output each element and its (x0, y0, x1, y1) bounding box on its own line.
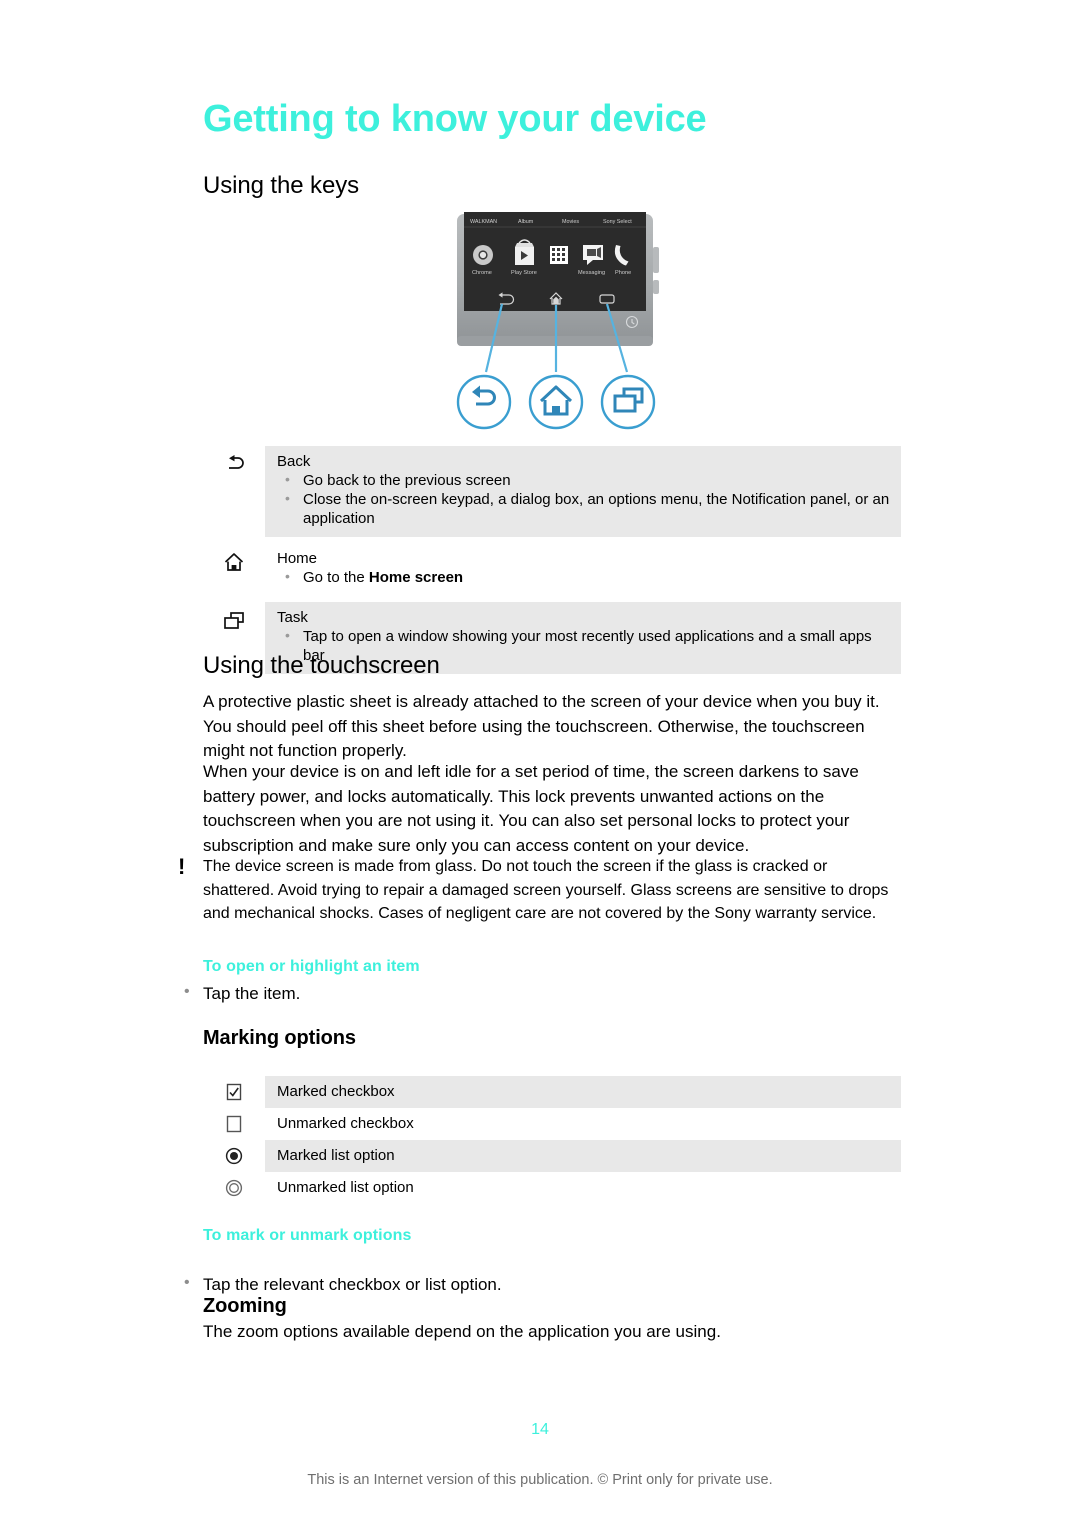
table-cell-label: Unmarked checkbox (277, 1115, 414, 1132)
warning-text: The device screen is made from glass. Do… (203, 858, 889, 922)
page-title: Getting to know your device (203, 98, 707, 140)
warning-note: ! The device screen is made from glass. … (172, 855, 902, 926)
warning-exclamation-icon: ! (178, 854, 186, 879)
heading-using-the-touchscreen: Using the touchscreen (203, 652, 440, 679)
task-key-icon (203, 602, 265, 632)
page-number: 14 (531, 1421, 549, 1438)
table-cell-label: Marked checkbox (265, 1076, 901, 1108)
back-key-icon (203, 446, 265, 476)
unmarked-radio-icon (203, 1178, 265, 1198)
key-title: Home (277, 550, 318, 567)
heading-to-open-or-highlight-an-item: To open or highlight an item (203, 958, 420, 975)
svg-text:Movies: Movies (562, 219, 579, 225)
svg-text:Messaging: Messaging (578, 270, 605, 276)
zooming-paragraph: The zoom options available depend on the… (203, 1322, 721, 1341)
touchscreen-paragraph-2: When your device is on and left idle for… (203, 762, 859, 855)
list-item: Go to the Home screen (277, 567, 891, 587)
marking-options-table: Marked checkbox Unmarked checkbox Marked… (203, 1076, 901, 1204)
table-cell-label: Unmarked list option (277, 1179, 414, 1196)
table-row: Unmarked list option (203, 1172, 901, 1204)
phone-body (457, 212, 659, 346)
key-description-table: Back Go back to the previous screen Clos… (203, 446, 901, 674)
table-row: Marked list option (203, 1140, 901, 1172)
key-title: Task (277, 609, 308, 626)
play-store-icon (515, 239, 534, 265)
heading-to-mark-or-unmark-options: To mark or unmark options (203, 1227, 412, 1244)
svg-text:Sony Select: Sony Select (603, 219, 632, 225)
key-title: Back (277, 453, 311, 470)
footer-note: This is an Internet version of this publ… (307, 1472, 773, 1488)
table-row: Marked checkbox (203, 1076, 901, 1108)
marked-checkbox-icon (203, 1082, 265, 1102)
table-cell-label: Marked list option (265, 1140, 901, 1172)
heading-zooming: Zooming (203, 1295, 287, 1317)
key-bullet-list: Go to the Home screen (277, 567, 891, 587)
table-cell-back: Back Go back to the previous screen Clos… (265, 446, 901, 537)
list-item: Go back to the previous screen (277, 470, 891, 490)
unmarked-checkbox-icon (203, 1114, 265, 1134)
svg-text:Chrome: Chrome (472, 270, 492, 276)
touchscreen-paragraph-1: A protective plastic sheet is already at… (203, 692, 880, 760)
callout-task (600, 374, 656, 430)
table-row: Back Go back to the previous screen Clos… (203, 446, 901, 537)
bullet-text-bold: Home screen (368, 569, 464, 586)
callout-back (456, 374, 512, 430)
document-page: Getting to know your device Using the ke… (0, 0, 1080, 1527)
marked-radio-icon (203, 1146, 265, 1166)
app-grid-icon (550, 246, 568, 264)
svg-text:Play Store: Play Store (511, 270, 537, 276)
heading-using-the-keys: Using the keys (203, 172, 360, 199)
svg-text:WALKMAN: WALKMAN (470, 219, 497, 225)
list-item: Close the on-screen keypad, a dialog box… (277, 489, 891, 528)
key-bullet-list: Go back to the previous screen Close the… (277, 470, 891, 528)
heading-marking-options: Marking options (203, 1027, 356, 1049)
bullet-tap-relevant-checkbox: Tap the relevant checkbox or list option… (176, 1271, 903, 1296)
svg-text:Phone: Phone (615, 270, 631, 276)
chrome-icon (473, 245, 493, 265)
callout-home (528, 374, 584, 430)
device-illustration: WALKMAN Album Movies Sony Select Chrome … (440, 212, 680, 437)
table-row: Home Go to the Home screen (203, 543, 901, 596)
table-row: Unmarked checkbox (203, 1108, 901, 1140)
table-cell-home: Home Go to the Home screen (265, 543, 901, 596)
svg-text:Album: Album (518, 219, 534, 225)
bullet-text-prefix: Go to the (303, 569, 369, 586)
home-key-icon (203, 543, 265, 573)
bullet-tap-the-item: Tap the item. (176, 980, 903, 1005)
